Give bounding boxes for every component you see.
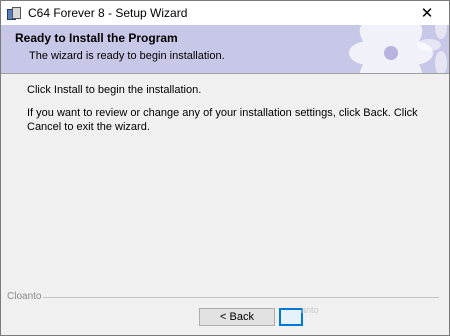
banner-title: Ready to Install the Program <box>15 31 178 45</box>
review-text: If you want to review or change any of y… <box>27 107 418 133</box>
close-button[interactable]: ✕ <box>405 1 449 25</box>
instruction-text: Click Install to begin the installation. <box>27 84 202 96</box>
back-button[interactable]: < Back <box>199 308 275 326</box>
flower-decoration-icon <box>349 25 447 73</box>
window-title: C64 Forever 8 - Setup Wizard <box>28 6 188 20</box>
setup-wizard-window: C64 Forever 8 - Setup Wizard ✕ Ready to … <box>0 0 450 336</box>
focused-button[interactable] <box>279 308 303 326</box>
ghost-watermark-text: anto <box>301 305 319 315</box>
footer-divider <box>43 297 439 298</box>
content-panel: Click Install to begin the installation.… <box>1 74 449 296</box>
brand-label: Cloanto <box>7 291 42 302</box>
banner-subtitle: The wizard is ready to begin installatio… <box>29 50 225 62</box>
title-bar[interactable]: C64 Forever 8 - Setup Wizard ✕ <box>1 1 449 25</box>
header-banner: Ready to Install the Program The wizard … <box>1 25 449 74</box>
installer-icon <box>7 6 21 20</box>
